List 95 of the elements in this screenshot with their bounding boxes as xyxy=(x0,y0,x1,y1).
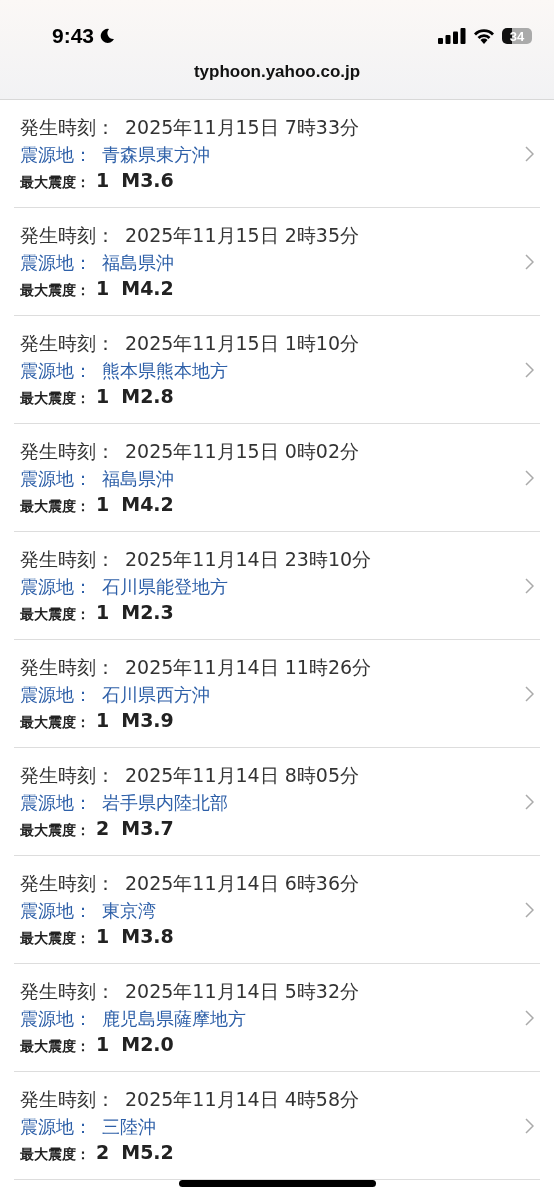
address-bar-url[interactable]: typhoon.yahoo.co.jp xyxy=(0,62,554,82)
epicenter-value: 鹿児島県薩摩地方 xyxy=(102,1007,246,1031)
earthquake-list-item[interactable]: 発生時刻： 2025年11月14日 23時10分 震源地： 石川県能登地方 最大震度： 1 M2.3 xyxy=(14,532,540,639)
earthquake-list-item[interactable]: 発生時刻： 2025年11月14日 8時05分 震源地： 岩手県内陸北部 最大震度： 2 M3.7 xyxy=(14,748,540,855)
time-label: 発生時刻： xyxy=(20,331,115,356)
chevron-right-icon xyxy=(525,145,534,162)
epicenter-label: 震源地： xyxy=(20,683,92,707)
earthquake-list-item[interactable]: 発生時刻： 2025年11月15日 7時33分 震源地： 青森県東方沖 最大震度： 1 M3.6 xyxy=(14,100,540,207)
epicenter-label: 震源地： xyxy=(20,143,92,167)
time-label: 発生時刻： xyxy=(20,547,115,572)
time-value: 2025年11月14日 4時58分 xyxy=(125,1087,359,1112)
chevron-right-icon xyxy=(525,253,534,270)
magnitude-value: M3.7 xyxy=(121,817,174,839)
epicenter-label: 震源地： xyxy=(20,899,92,923)
epicenter-value: 三陸沖 xyxy=(102,1115,156,1139)
epicenter-label: 震源地： xyxy=(20,575,92,599)
magnitude-value: M3.6 xyxy=(121,169,174,191)
time-label: 発生時刻： xyxy=(20,223,115,248)
intensity-value: 2 xyxy=(96,1141,110,1163)
epicenter-label: 震源地： xyxy=(20,359,92,383)
magnitude-value: M2.3 xyxy=(121,601,174,623)
time-label: 発生時刻： xyxy=(20,871,115,896)
epicenter-value: 福島県沖 xyxy=(102,467,174,491)
epicenter-value: 石川県西方沖 xyxy=(102,683,210,707)
chevron-right-icon xyxy=(525,685,534,702)
intensity-label: 最大震度： xyxy=(20,498,90,516)
chevron-right-icon xyxy=(525,577,534,594)
earthquake-list-item[interactable]: 発生時刻： 2025年11月14日 6時36分 震源地： 東京湾 最大震度： 1 M3.8 xyxy=(14,856,540,963)
time-label: 発生時刻： xyxy=(20,439,115,464)
intensity-value: 1 xyxy=(96,385,110,407)
magnitude-value: M2.0 xyxy=(121,1033,174,1055)
earthquake-list-item[interactable]: 発生時刻： 2025年11月14日 5時32分 震源地： 鹿児島県薩摩地方 最大震度： 1 M2.0 xyxy=(14,964,540,1071)
time-value: 2025年11月15日 0時02分 xyxy=(125,439,359,464)
intensity-label: 最大震度： xyxy=(20,1146,90,1164)
intensity-label: 最大震度： xyxy=(20,282,90,300)
intensity-value: 1 xyxy=(96,925,110,947)
epicenter-value: 福島県沖 xyxy=(102,251,174,275)
intensity-value: 1 xyxy=(96,709,110,731)
moon-icon xyxy=(99,28,116,44)
intensity-value: 1 xyxy=(96,601,110,623)
epicenter-value: 熊本県熊本地方 xyxy=(102,359,228,383)
status-time: 9:43 xyxy=(52,24,95,48)
time-label: 発生時刻： xyxy=(20,763,115,788)
intensity-value: 1 xyxy=(96,1033,110,1055)
time-value: 2025年11月14日 23時10分 xyxy=(125,547,372,572)
epicenter-value: 東京湾 xyxy=(102,899,156,923)
chevron-right-icon xyxy=(525,1009,534,1026)
intensity-label: 最大震度： xyxy=(20,930,90,948)
earthquake-list-item[interactable]: 発生時刻： 2025年11月15日 2時35分 震源地： 福島県沖 最大震度： 1 M4.2 xyxy=(14,208,540,315)
time-value: 2025年11月15日 1時10分 xyxy=(125,331,359,356)
chevron-right-icon xyxy=(525,1117,534,1134)
earthquake-list-item[interactable]: 発生時刻： 2025年11月15日 0時02分 震源地： 福島県沖 最大震度： 1 M4.2 xyxy=(14,424,540,531)
wifi-icon xyxy=(473,28,495,44)
earthquake-list-item[interactable]: 発生時刻： 2025年11月15日 1時10分 震源地： 熊本県熊本地方 最大震度： 1 M2.8 xyxy=(14,316,540,423)
time-label: 発生時刻： xyxy=(20,1087,115,1112)
magnitude-value: M5.2 xyxy=(121,1141,174,1163)
intensity-label: 最大震度： xyxy=(20,606,90,624)
intensity-value: 1 xyxy=(96,277,110,299)
epicenter-value: 岩手県内陸北部 xyxy=(102,791,228,815)
intensity-label: 最大震度： xyxy=(20,714,90,732)
earthquake-list-item[interactable]: 発生時刻： 2025年11月14日 11時26分 震源地： 石川県西方沖 最大震度： 1 M3.9 xyxy=(14,640,540,747)
magnitude-value: M4.2 xyxy=(121,493,174,515)
magnitude-value: M2.8 xyxy=(121,385,174,407)
time-label: 発生時刻： xyxy=(20,979,115,1004)
earthquake-list-item[interactable]: 発生時刻： 2025年11月14日 4時58分 震源地： 三陸沖 最大震度： 2 M5.2 xyxy=(14,1072,540,1179)
epicenter-label: 震源地： xyxy=(20,791,92,815)
intensity-label: 最大震度： xyxy=(20,822,90,840)
time-value: 2025年11月14日 8時05分 xyxy=(125,763,359,788)
epicenter-value: 石川県能登地方 xyxy=(102,575,228,599)
epicenter-label: 震源地： xyxy=(20,1115,92,1139)
epicenter-value: 青森県東方沖 xyxy=(102,143,210,167)
time-value: 2025年11月15日 2時35分 xyxy=(125,223,359,248)
intensity-label: 最大震度： xyxy=(20,390,90,408)
epicenter-label: 震源地： xyxy=(20,251,92,275)
intensity-value: 2 xyxy=(96,817,110,839)
chevron-right-icon xyxy=(525,793,534,810)
epicenter-label: 震源地： xyxy=(20,1007,92,1031)
time-label: 発生時刻： xyxy=(20,655,115,680)
magnitude-value: M4.2 xyxy=(121,277,174,299)
chevron-right-icon xyxy=(525,361,534,378)
chevron-right-icon xyxy=(525,469,534,486)
epicenter-label: 震源地： xyxy=(20,467,92,491)
time-label: 発生時刻： xyxy=(20,115,115,140)
time-value: 2025年11月14日 5時32分 xyxy=(125,979,359,1004)
intensity-value: 1 xyxy=(96,493,110,515)
time-value: 2025年11月15日 7時33分 xyxy=(125,115,359,140)
chevron-right-icon xyxy=(525,901,534,918)
intensity-label: 最大震度： xyxy=(20,1038,90,1056)
time-value: 2025年11月14日 6時36分 xyxy=(125,871,359,896)
intensity-value: 1 xyxy=(96,169,110,191)
intensity-label: 最大震度： xyxy=(20,174,90,192)
magnitude-value: M3.9 xyxy=(121,709,174,731)
time-value: 2025年11月14日 11時26分 xyxy=(125,655,372,680)
magnitude-value: M3.8 xyxy=(121,925,174,947)
signal-icon xyxy=(438,28,466,44)
